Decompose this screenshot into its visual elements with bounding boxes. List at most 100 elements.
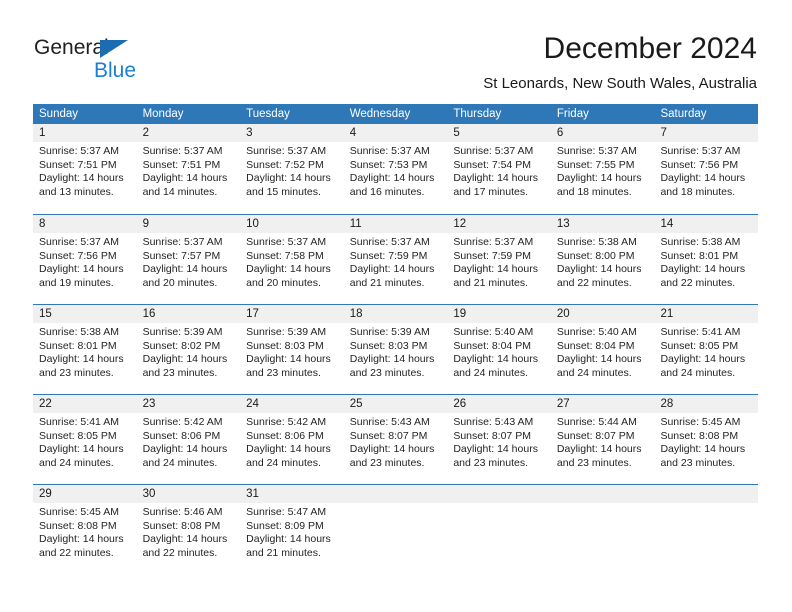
day-cell[interactable]: 30 Sunrise: 5:46 AM Sunset: 8:08 PM Dayl… — [137, 485, 241, 574]
sunset-text: Sunset: 8:05 PM — [660, 339, 739, 352]
day-details: Sunrise: 5:43 AM Sunset: 8:07 PM Dayligh… — [453, 416, 545, 470]
sunset-text: Sunset: 8:04 PM — [453, 339, 531, 352]
day-details: Sunrise: 5:37 AM Sunset: 7:59 PM Dayligh… — [350, 236, 442, 290]
sunrise-text: Sunrise: 5:46 AM — [142, 506, 223, 518]
daylight-text-line2: and 14 minutes. — [142, 185, 218, 198]
sunrise-text: Sunrise: 5:40 AM — [556, 326, 637, 338]
sunrise-text: Sunrise: 5:42 AM — [246, 416, 327, 428]
day-number: 10 — [246, 218, 259, 230]
day-cell[interactable]: 9 Sunrise: 5:37 AM Sunset: 7:57 PM Dayli… — [137, 215, 241, 304]
sunset-text: Sunset: 8:04 PM — [556, 339, 635, 352]
day-number: 15 — [39, 308, 52, 320]
sunset-text: Sunset: 7:57 PM — [142, 249, 221, 262]
day-cell[interactable]: 24 Sunrise: 5:42 AM Sunset: 8:06 PM Dayl… — [240, 395, 344, 484]
day-cell[interactable]: 3 Sunrise: 5:37 AM Sunset: 7:52 PM Dayli… — [240, 124, 344, 214]
sunset-text: Sunset: 7:56 PM — [660, 158, 739, 171]
daylight-text-line2: and 23 minutes. — [660, 456, 736, 469]
day-number: 30 — [142, 488, 156, 500]
sunrise-text: Sunrise: 5:39 AM — [142, 326, 223, 338]
day-cell[interactable]: 29 Sunrise: 5:45 AM Sunset: 8:08 PM Dayl… — [33, 485, 137, 574]
day-cell[interactable]: 20 Sunrise: 5:40 AM Sunset: 8:04 PM Dayl… — [551, 305, 655, 394]
day-cell[interactable]: 4 Sunrise: 5:37 AM Sunset: 7:53 PM Dayli… — [344, 124, 448, 214]
day-cell-empty — [344, 485, 448, 574]
day-cell-empty — [654, 485, 758, 574]
daylight-text-line1: Daylight: 14 hours — [142, 172, 228, 185]
sunset-text: Sunset: 8:07 PM — [453, 429, 531, 442]
daylight-text-line2: and 23 minutes. — [453, 456, 529, 469]
daylight-text-line2: and 15 minutes. — [246, 185, 321, 198]
day-cell[interactable]: 10 Sunrise: 5:37 AM Sunset: 7:58 PM Dayl… — [240, 215, 344, 304]
day-cell[interactable]: 21 Sunrise: 5:41 AM Sunset: 8:05 PM Dayl… — [654, 305, 758, 394]
day-cell[interactable]: 27 Sunrise: 5:44 AM Sunset: 8:07 PM Dayl… — [551, 395, 655, 484]
sunset-text: Sunset: 7:54 PM — [453, 158, 531, 171]
day-number: 27 — [556, 398, 570, 410]
day-cell[interactable]: 1 Sunrise: 5:37 AM Sunset: 7:51 PM Dayli… — [33, 124, 137, 214]
sunrise-text: Sunrise: 5:41 AM — [660, 326, 741, 338]
day-cell[interactable]: 19 Sunrise: 5:40 AM Sunset: 8:04 PM Dayl… — [447, 305, 551, 394]
daylight-text-line1: Daylight: 14 hours — [142, 533, 228, 546]
day-cell[interactable]: 25 Sunrise: 5:43 AM Sunset: 8:07 PM Dayl… — [344, 395, 448, 484]
day-details: Sunrise: 5:38 AM Sunset: 8:01 PM Dayligh… — [39, 326, 131, 380]
daylight-text-line1: Daylight: 14 hours — [39, 443, 124, 456]
weekday-header-saturday: Saturday — [660, 108, 707, 120]
day-cell[interactable]: 11 Sunrise: 5:37 AM Sunset: 7:59 PM Dayl… — [344, 215, 448, 304]
daylight-text-line2: and 23 minutes. — [349, 366, 425, 379]
day-details: Sunrise: 5:42 AM Sunset: 8:06 PM Dayligh… — [246, 416, 338, 470]
sunrise-text: Sunrise: 5:37 AM — [349, 236, 430, 248]
daylight-text-line1: Daylight: 14 hours — [453, 443, 538, 456]
day-cell[interactable]: 26 Sunrise: 5:43 AM Sunset: 8:07 PM Dayl… — [447, 395, 551, 484]
sunrise-text: Sunrise: 5:42 AM — [142, 416, 223, 428]
day-number: 8 — [39, 218, 46, 230]
day-cell[interactable]: 2 Sunrise: 5:37 AM Sunset: 7:51 PM Dayli… — [137, 124, 241, 214]
day-cell[interactable]: 14 Sunrise: 5:38 AM Sunset: 8:01 PM Dayl… — [654, 215, 758, 304]
daylight-text-line2: and 20 minutes. — [246, 276, 321, 289]
sunset-text: Sunset: 7:59 PM — [349, 249, 428, 262]
day-details: Sunrise: 5:41 AM Sunset: 8:05 PM Dayligh… — [660, 326, 752, 380]
sunset-text: Sunset: 7:51 PM — [142, 158, 221, 171]
sunset-text: Sunset: 7:51 PM — [39, 158, 117, 171]
day-cell[interactable]: 16 Sunrise: 5:39 AM Sunset: 8:02 PM Dayl… — [137, 305, 241, 394]
day-details: Sunrise: 5:47 AM Sunset: 8:09 PM Dayligh… — [246, 506, 338, 560]
daylight-text-line1: Daylight: 14 hours — [556, 263, 642, 276]
logo-text-blue: Blue — [94, 59, 137, 82]
daylight-text-line1: Daylight: 14 hours — [349, 263, 435, 276]
day-cell[interactable]: 15 Sunrise: 5:38 AM Sunset: 8:01 PM Dayl… — [33, 305, 137, 394]
day-details: Sunrise: 5:37 AM Sunset: 7:57 PM Dayligh… — [143, 236, 235, 290]
daylight-text-line1: Daylight: 14 hours — [39, 353, 124, 366]
weekday-header-friday: Friday — [556, 108, 589, 120]
day-cell[interactable]: 22 Sunrise: 5:41 AM Sunset: 8:05 PM Dayl… — [33, 395, 137, 484]
day-cell[interactable]: 17 Sunrise: 5:39 AM Sunset: 8:03 PM Dayl… — [240, 305, 344, 394]
daylight-text-line1: Daylight: 14 hours — [660, 443, 746, 456]
sunrise-text: Sunrise: 5:37 AM — [142, 236, 223, 248]
day-cell[interactable]: 8 Sunrise: 5:37 AM Sunset: 7:56 PM Dayli… — [33, 215, 137, 304]
daylight-text-line2: and 16 minutes. — [349, 185, 425, 198]
page-subtitle: St Leonards, New South Wales, Australia — [483, 75, 757, 92]
daylight-text-line1: Daylight: 14 hours — [39, 172, 124, 185]
daylight-text-line2: and 23 minutes. — [246, 366, 321, 379]
daylight-text-line1: Daylight: 14 hours — [556, 353, 642, 366]
day-number: 16 — [142, 308, 156, 320]
calendar-week-row: 8 Sunrise: 5:37 AM Sunset: 7:56 PM Dayli… — [33, 214, 758, 304]
general-blue-logo[interactable]: General Blue — [34, 36, 214, 82]
day-cell-empty — [551, 485, 655, 574]
sunset-text: Sunset: 8:01 PM — [660, 249, 739, 262]
daylight-text-line1: Daylight: 14 hours — [246, 263, 331, 276]
day-details: Sunrise: 5:44 AM Sunset: 8:07 PM Dayligh… — [557, 416, 649, 470]
daylight-text-line1: Daylight: 14 hours — [349, 172, 435, 185]
day-cell[interactable]: 23 Sunrise: 5:42 AM Sunset: 8:06 PM Dayl… — [137, 395, 241, 484]
day-number: 24 — [246, 398, 259, 410]
sunrise-text: Sunrise: 5:38 AM — [660, 236, 741, 248]
daylight-text-line2: and 22 minutes. — [556, 276, 632, 289]
sunrise-text: Sunrise: 5:43 AM — [349, 416, 430, 428]
daylight-text-line2: and 23 minutes. — [349, 456, 425, 469]
day-cell[interactable]: 6 Sunrise: 5:37 AM Sunset: 7:55 PM Dayli… — [551, 124, 655, 214]
day-cell[interactable]: 7 Sunrise: 5:37 AM Sunset: 7:56 PM Dayli… — [654, 124, 758, 214]
day-cell[interactable]: 13 Sunrise: 5:38 AM Sunset: 8:00 PM Dayl… — [551, 215, 655, 304]
day-cell[interactable]: 12 Sunrise: 5:37 AM Sunset: 7:59 PM Dayl… — [447, 215, 551, 304]
day-number: 7 — [660, 127, 667, 139]
daylight-text-line2: and 20 minutes. — [142, 276, 218, 289]
day-cell[interactable]: 31 Sunrise: 5:47 AM Sunset: 8:09 PM Dayl… — [240, 485, 344, 574]
day-cell[interactable]: 28 Sunrise: 5:45 AM Sunset: 8:08 PM Dayl… — [654, 395, 758, 484]
day-cell[interactable]: 5 Sunrise: 5:37 AM Sunset: 7:54 PM Dayli… — [447, 124, 551, 214]
day-cell[interactable]: 18 Sunrise: 5:39 AM Sunset: 8:03 PM Dayl… — [344, 305, 448, 394]
